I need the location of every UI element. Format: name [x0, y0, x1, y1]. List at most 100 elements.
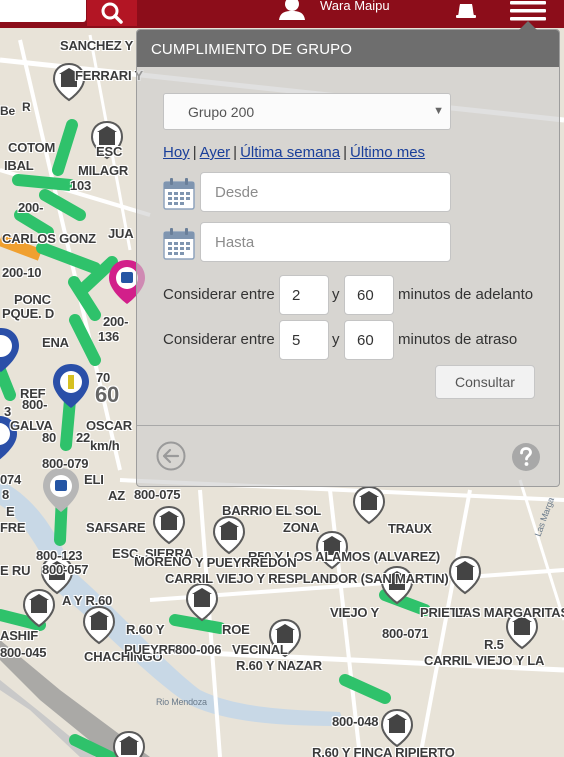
- map-label: MILAGR: [78, 163, 129, 178]
- map-label: TRAUX: [388, 521, 432, 536]
- map-label: 80: [42, 430, 57, 445]
- from-date-row: [163, 172, 453, 212]
- bus-stop-icon[interactable]: [352, 485, 386, 525]
- date-quick-links: Hoy | Ayer | Última semana | Último mes: [163, 144, 425, 161]
- map-label: VECINAL: [232, 642, 288, 657]
- late-conj-label: y: [332, 331, 340, 348]
- map-label: ELI: [84, 472, 104, 487]
- map-label: FERRARI Y: [75, 68, 144, 83]
- early-conj-label: y: [332, 286, 340, 303]
- separator: |: [192, 144, 197, 161]
- map-label: E RU: [0, 563, 31, 578]
- to-date-input[interactable]: [200, 222, 451, 262]
- separator: |: [343, 144, 348, 161]
- early-suffix-label: minutos de adelanto: [398, 286, 534, 303]
- panel-header: CUMPLIMIENTO DE GRUPO: [137, 21, 559, 67]
- back-arrow-icon[interactable]: [155, 440, 187, 472]
- map-label: 200-: [18, 200, 44, 215]
- map-label: 200-10: [2, 265, 42, 280]
- link-today[interactable]: Hoy: [163, 144, 190, 161]
- map-label: 800-048: [332, 714, 379, 729]
- map-label: SANCHEZ Y: [60, 38, 134, 53]
- bus-stop-icon[interactable]: [380, 708, 414, 748]
- map-label: PONC: [14, 292, 51, 307]
- map-label: Y PUEYRREDON: [195, 555, 297, 570]
- late-min-input[interactable]: [279, 320, 329, 360]
- map-label: 8: [2, 487, 10, 502]
- divider: [137, 425, 559, 426]
- map-label: SAR: [86, 520, 113, 535]
- late-threshold-row: Considerar entre y minutos de atraso: [163, 320, 543, 360]
- bus-stop-icon[interactable]: [185, 582, 219, 622]
- map-label: Be: [0, 104, 15, 118]
- panel-pointer: [519, 21, 537, 30]
- map-label: CARRIL VIEJO Y RESPLANDOR (SAN MARTIN): [165, 571, 449, 586]
- link-last-week[interactable]: Última semana: [240, 144, 340, 161]
- early-min-input[interactable]: [279, 275, 329, 315]
- early-prefix-label: Considerar entre: [163, 286, 275, 303]
- map-label: A Y R.60: [62, 593, 113, 608]
- bus-location-pin-icon[interactable]: [40, 466, 82, 514]
- map-label: 22: [76, 430, 91, 445]
- group-select-value: Grupo 200: [188, 104, 255, 120]
- help-icon[interactable]: [511, 442, 541, 472]
- map-label: ESC: [96, 144, 123, 159]
- from-date-input[interactable]: [200, 172, 451, 212]
- search-input[interactable]: [0, 0, 86, 22]
- map-label: R: [22, 100, 31, 114]
- map-label: 200-: [103, 314, 129, 329]
- panel-title: CUMPLIMIENTO DE GRUPO: [151, 41, 353, 58]
- map-label: R.5: [484, 637, 504, 652]
- map-label: VIEJO Y: [330, 605, 379, 620]
- map-label: km/h: [90, 438, 120, 453]
- group-compliance-panel: CUMPLIMIENTO DE GRUPO Grupo 200 ▼ Hoy | Ay…: [136, 21, 560, 487]
- map-label: ROE: [222, 622, 250, 637]
- bus-stop-icon[interactable]: [82, 605, 116, 645]
- bell-icon[interactable]: [452, 0, 480, 20]
- early-max-input[interactable]: [344, 275, 394, 315]
- map-label: R.60 Y: [126, 622, 165, 637]
- map-label: 800-045: [0, 645, 47, 660]
- map-label: 136: [98, 329, 120, 344]
- bus-stop-icon[interactable]: [448, 555, 482, 595]
- user-menu[interactable]: Wara Maipu: [276, 0, 390, 22]
- map-label: CARRIL VIEJO Y LA: [424, 653, 545, 668]
- map-label: MORENO: [134, 554, 192, 569]
- map-label: SARE: [110, 520, 146, 535]
- bus-location-pin-icon[interactable]: [50, 362, 92, 410]
- map-label: COTOM: [8, 140, 56, 155]
- map-label: 103: [70, 178, 92, 193]
- map-label: 800-006: [175, 642, 222, 657]
- map-label: 3: [4, 404, 12, 419]
- map-label: CARLOS GONZ: [2, 231, 96, 246]
- search-icon: [101, 2, 123, 24]
- map-label: AZ: [108, 488, 125, 503]
- calendar-icon[interactable]: [163, 228, 195, 260]
- link-last-month[interactable]: Último mes: [350, 144, 425, 161]
- top-navigation-bar: Wara Maipu: [0, 0, 564, 28]
- late-max-input[interactable]: [344, 320, 394, 360]
- consultar-button[interactable]: Consultar: [435, 365, 535, 399]
- late-prefix-label: Considerar entre: [163, 331, 275, 348]
- map-label: R.60 Y NAZAR: [236, 658, 322, 673]
- map-label: 800-075: [134, 487, 181, 502]
- late-suffix-label: minutos de atraso: [398, 331, 518, 348]
- link-yesterday[interactable]: Ayer: [200, 144, 231, 161]
- bus-location-pin-icon[interactable]: [0, 326, 22, 374]
- map-label: 800-: [22, 397, 48, 412]
- user-name: Wara Maipu: [320, 0, 390, 13]
- bus-stop-icon[interactable]: [212, 515, 246, 555]
- group-select[interactable]: Grupo 200 ▼: [163, 93, 451, 130]
- bus-stop-icon[interactable]: [152, 505, 186, 545]
- speed-limit-label: 60: [95, 382, 120, 407]
- map-label: BARRIO EL SOL: [222, 503, 322, 518]
- search-button[interactable]: [87, 0, 137, 26]
- chevron-down-icon: ▼: [433, 105, 444, 117]
- map-label: 800-057: [42, 562, 89, 577]
- bus-stop-icon[interactable]: [112, 730, 146, 757]
- calendar-icon[interactable]: [163, 178, 195, 210]
- map-label: FRE: [0, 520, 26, 535]
- map-label: R.60 Y FINCA RIPIERTO: [312, 745, 455, 757]
- map-label: 800-123: [36, 548, 83, 563]
- map-label: 074: [0, 472, 22, 487]
